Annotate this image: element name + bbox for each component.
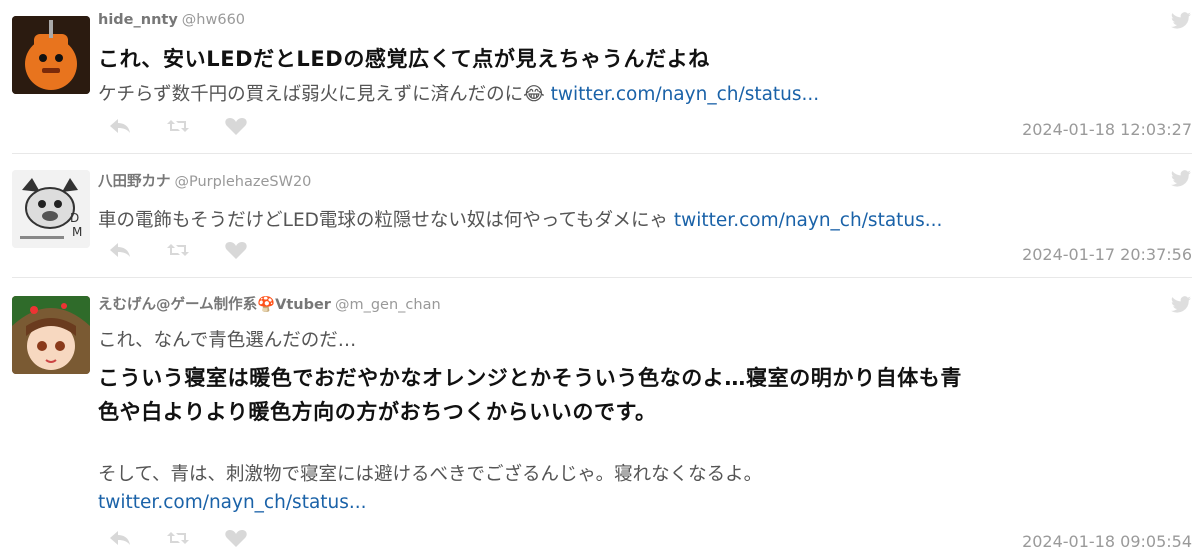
reply-icon[interactable] <box>108 528 132 552</box>
tweet-text-bold: こういう寝室は暖色でおだやかなオレンジとかそういう色なのよ…寝室の明かり自体も青 <box>98 366 962 390</box>
tweet-text: 車の電飾もそうだけどLED電球の粒隠せない奴は何やってもダメにゃ twitter… <box>98 206 942 232</box>
user-handle[interactable]: @hw660 <box>182 12 245 28</box>
reply-icon[interactable] <box>108 116 132 140</box>
user-name[interactable]: 八田野カナ <box>98 174 171 190</box>
like-icon[interactable] <box>224 240 248 264</box>
avatar-image <box>12 296 90 374</box>
tweet-text: そして、青は、刺激物で寝室には避けるべきでござるんじゃ。寝れなくなるよ。 <box>98 464 763 485</box>
avatar[interactable] <box>12 296 90 374</box>
twitter-bird-icon[interactable] <box>1170 296 1192 314</box>
tweet-header: えむげん@ゲーム制作系🍄Vtuber @m_gen_chan <box>98 293 441 314</box>
tweet-text-content: ケチらず数千円の買えば弱火に見えずに済んだのに😂 <box>98 84 545 105</box>
tweet-text: twitter.com/nayn_ch/status... <box>98 492 367 513</box>
tweet: えむげん@ゲーム制作系🍄Vtuber @m_gen_chan これ、なんで青色選ん… <box>12 278 1192 556</box>
twitter-bird-icon[interactable] <box>1170 170 1192 188</box>
svg-text:M: M <box>72 225 82 239</box>
user-name[interactable]: えむげん@ゲーム制作系🍄Vtuber <box>98 297 331 313</box>
svg-text:D: D <box>70 211 79 225</box>
tweet-link[interactable]: twitter.com/nayn_ch/status... <box>98 492 367 513</box>
avatar[interactable] <box>12 16 90 94</box>
tweet-header: 八田野カナ @PurplehazeSW20 <box>98 170 311 191</box>
tweet-link[interactable]: twitter.com/nayn_ch/status... <box>551 84 820 105</box>
tweet-text: これ、なんで青色選んだのだ… <box>98 330 357 351</box>
user-name[interactable]: hide_nnty <box>98 12 178 28</box>
tweet-text-content: 車の電飾もそうだけどLED電球の粒隠せない奴は何やってもダメにゃ <box>98 210 668 231</box>
avatar[interactable]: D M <box>12 170 90 248</box>
like-icon[interactable] <box>224 528 248 552</box>
user-handle[interactable]: @PurplehazeSW20 <box>175 174 312 190</box>
tweet: hide_nnty @hw660 これ、安いLEDだとLEDの感覚広くて点が見えち… <box>12 0 1192 150</box>
retweet-icon[interactable] <box>166 528 190 552</box>
tweet: D M 八田野カナ @PurplehazeSW20 車の電飾もそうだけどLED電球… <box>12 154 1192 276</box>
retweet-icon[interactable] <box>166 240 190 264</box>
tweet-text-bold: 色や白よりより暖色方向の方がおちつくからいいのです。 <box>98 400 657 424</box>
like-icon[interactable] <box>224 116 248 140</box>
timestamp[interactable]: 2024-01-18 09:05:54 <box>1022 532 1192 551</box>
tweet-link[interactable]: twitter.com/nayn_ch/status... <box>674 210 943 231</box>
avatar-image <box>12 16 90 94</box>
user-handle[interactable]: @m_gen_chan <box>335 297 441 313</box>
tweet-header: hide_nnty @hw660 <box>98 12 245 28</box>
retweet-icon[interactable] <box>166 116 190 140</box>
timestamp[interactable]: 2024-01-17 20:37:56 <box>1022 245 1192 264</box>
reply-icon[interactable] <box>108 240 132 264</box>
timestamp[interactable]: 2024-01-18 12:03:27 <box>1022 120 1192 139</box>
tweet-text-bold: これ、安いLEDだとLEDの感覚広くて点が見えちゃうんだよね <box>98 47 710 71</box>
twitter-bird-icon[interactable] <box>1170 12 1192 30</box>
tweet-text: ケチらず数千円の買えば弱火に見えずに済んだのに😂 twitter.com/nay… <box>98 80 819 106</box>
avatar-image: D M <box>12 170 90 248</box>
